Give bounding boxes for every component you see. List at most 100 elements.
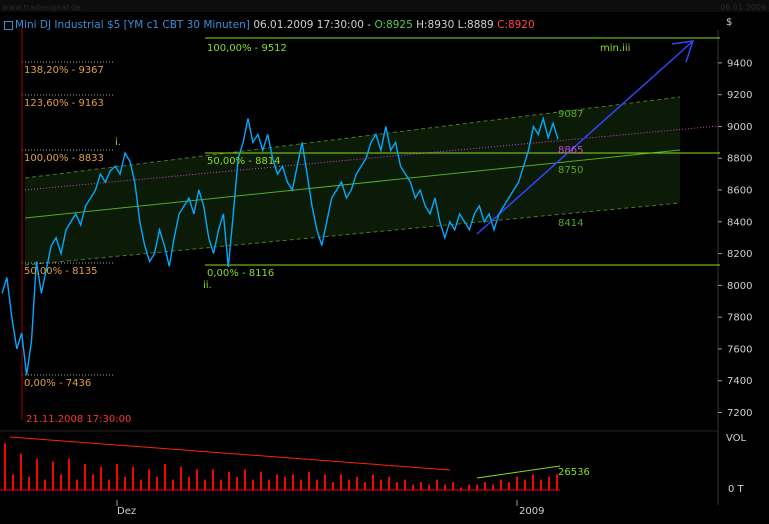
channel-lower-label: 8414 xyxy=(558,218,584,229)
volume-bar xyxy=(540,479,542,490)
volume-bar xyxy=(444,484,446,490)
volume-bar xyxy=(284,477,286,490)
open-value: O:8925 xyxy=(374,19,413,31)
volume-bar xyxy=(404,479,406,490)
price-axis-tick-label: 7200 xyxy=(727,408,752,419)
price-unit-label: $ xyxy=(726,17,733,28)
x-tick-label-dez: Dez xyxy=(117,506,137,517)
volume-bar xyxy=(412,484,414,490)
volume-bar xyxy=(516,477,518,490)
ret-label-0: 0,00% - 8116 xyxy=(207,268,275,279)
legend-box-icon xyxy=(4,21,13,30)
volume-bar xyxy=(132,466,134,490)
price-axis-tick-label: 7600 xyxy=(727,344,752,355)
ret-label-100: 100,00% - 9512 xyxy=(207,43,287,54)
volume-bar xyxy=(476,484,478,490)
volume-bar xyxy=(52,461,54,490)
price-axis-tick-label: 8600 xyxy=(727,186,752,197)
volume-bar xyxy=(340,474,342,490)
volume-bar xyxy=(372,474,374,490)
top-date-label: 06.01.2009 xyxy=(720,3,766,12)
volume-bar xyxy=(60,474,62,490)
volume-bar xyxy=(4,443,6,490)
volume-bar xyxy=(364,482,366,490)
volume-bar xyxy=(180,466,182,490)
volume-bar xyxy=(100,466,102,490)
volume-bar xyxy=(548,477,550,490)
title-bar xyxy=(0,0,769,12)
volume-bar xyxy=(260,471,262,490)
price-axis-tick-label: 8400 xyxy=(727,217,752,228)
low-value: L:8889 xyxy=(457,19,494,31)
volume-bar xyxy=(532,474,534,490)
volume-bar xyxy=(244,469,246,490)
volume-bar xyxy=(12,474,14,490)
close-value: C:8920 xyxy=(497,19,535,31)
high-value: H:8930 xyxy=(416,19,455,31)
volume-bar xyxy=(236,477,238,490)
volume-bar xyxy=(204,479,206,490)
fib-label-100: 100,00% - 8833 xyxy=(24,153,104,164)
volume-bar xyxy=(68,458,70,490)
source-label: www.tradesignal.de xyxy=(2,3,81,12)
fib-label-0: 0,00% - 7436 xyxy=(24,378,92,389)
x-tick-label-2009: 2009 xyxy=(519,506,545,517)
volume-bar xyxy=(356,477,358,490)
volume-bar xyxy=(420,482,422,490)
volume-bar xyxy=(220,479,222,490)
wave-label-min-iii: min.iii xyxy=(600,43,631,54)
volume-bar xyxy=(268,479,270,490)
volume-bar xyxy=(36,458,38,490)
ret-label-50: 50,00% - 8814 xyxy=(207,156,281,167)
volume-bar xyxy=(44,479,46,490)
channel-upper-label: 9087 xyxy=(558,109,584,120)
volume-bar xyxy=(212,469,214,490)
volume-zero-label: 0 T xyxy=(728,484,744,495)
timestamp-label: 06.01.2009 17:30:00 xyxy=(253,19,364,31)
volume-bar xyxy=(428,484,430,490)
volume-bar xyxy=(124,477,126,490)
volume-bar xyxy=(524,479,526,490)
price-axis-tick-label: 9000 xyxy=(727,122,752,133)
price-axis-tick-label: 9200 xyxy=(727,90,752,101)
fib-label-50: 50,00% - 8135 xyxy=(24,266,98,277)
volume-bar xyxy=(276,474,278,490)
volume-bar xyxy=(76,479,78,490)
volume-axis-label: VOL xyxy=(726,433,747,444)
volume-bar xyxy=(300,479,302,490)
volume-bar xyxy=(388,477,390,490)
volume-bar xyxy=(332,482,334,490)
volume-last-label: 26536 xyxy=(558,467,590,478)
volume-bar xyxy=(484,482,486,490)
wave-label-ii: ii. xyxy=(203,280,212,291)
price-axis-tick-label: 8000 xyxy=(727,281,752,292)
price-chart[interactable]: www.tradesignal.de 06.01.2009 9400920090… xyxy=(0,0,769,520)
volume-bar xyxy=(508,482,510,490)
volume-bar xyxy=(324,474,326,490)
volume-bar xyxy=(140,479,142,490)
start-date-label: 21.11.2008 17:30:00 xyxy=(26,414,132,425)
volume-bar xyxy=(172,479,174,490)
fib-label-138: 138,20% - 9367 xyxy=(24,65,104,76)
volume-bar xyxy=(84,464,86,490)
volume-bar xyxy=(500,479,502,490)
magenta-value-label: 8865 xyxy=(558,145,584,156)
volume-bar xyxy=(108,479,110,490)
dash-label: - xyxy=(367,19,372,31)
price-axis-tick-label: 9400 xyxy=(727,58,752,69)
volume-bar xyxy=(348,479,350,490)
volume-bar xyxy=(228,471,230,490)
volume-bar xyxy=(492,484,494,490)
volume-bar xyxy=(148,469,150,490)
volume-bar xyxy=(252,479,254,490)
volume-bar xyxy=(92,474,94,490)
fib-label-123: 123,60% - 9163 xyxy=(24,98,104,109)
volume-bar xyxy=(316,479,318,490)
channel-mid-label: 8750 xyxy=(558,165,584,176)
volume-bar xyxy=(164,464,166,490)
volume-bar xyxy=(28,477,30,490)
price-axis-tick-label: 8800 xyxy=(727,154,752,165)
volume-bar xyxy=(308,471,310,490)
volume-bar xyxy=(20,453,22,490)
volume-bar xyxy=(116,464,118,490)
